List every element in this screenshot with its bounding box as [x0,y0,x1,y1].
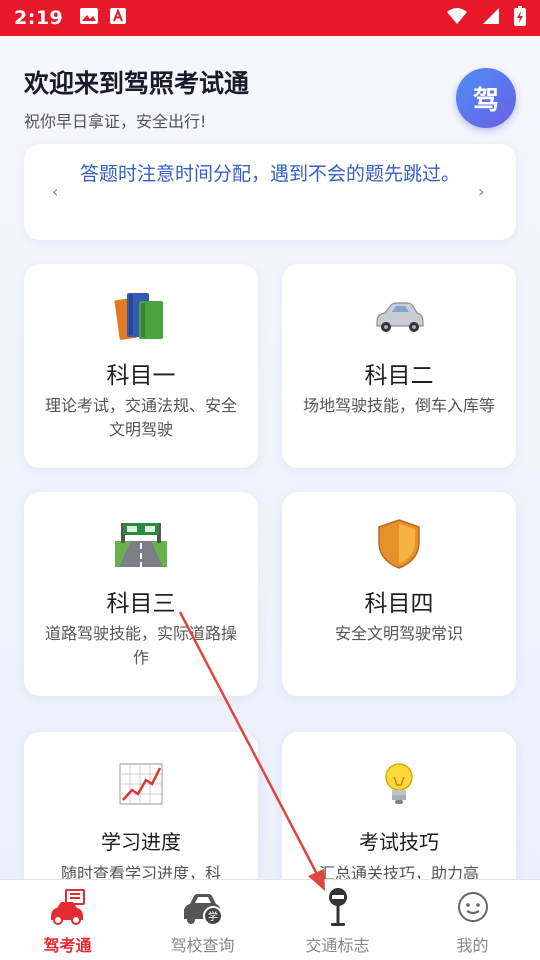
tip-prev-arrow[interactable]: ‹ [52,182,58,201]
card-title: 科目四 [364,591,434,617]
tab-traffic-signs[interactable]: 交通标志 [270,880,405,960]
car-icon [369,288,429,344]
page-subtitle: 祝你早日拿证，安全出行! [24,112,207,131]
tip-carousel[interactable]: ‹ 答题时注意时间分配，遇到不会的题先跳过。 › [24,144,516,240]
bottom-tab-bar: 驾考通 学 驾校查询 交通标志 我的 [0,879,540,960]
traffic-sign-icon [317,886,359,928]
tab-profile[interactable]: 我的 [405,880,540,960]
profile-face-icon [452,886,494,928]
card-title: 科目一 [106,363,176,389]
tab-label: 驾考通 [43,936,92,955]
signal-icon [482,7,500,29]
card-exam-tips[interactable]: 考试技巧 汇总通关技巧，助力高 [282,732,516,879]
exam-car-icon [47,886,89,928]
school-car-icon: 学 [182,886,224,928]
card-desc: 场地驾驶技能，倒车入库等 [302,396,495,415]
card-desc: 道路驾驶技能，实际道路操作 [44,624,237,667]
card-desc: 理论考试，交通法规、安全文明驾驶 [44,396,237,439]
tip-next-arrow[interactable]: › [478,182,484,201]
wifi-icon [446,7,468,29]
card-title: 考试技巧 [359,830,439,854]
card-subject-four[interactable]: 科目四 安全文明驾驶常识 [282,492,516,696]
chart-icon [111,756,171,812]
card-subject-two[interactable]: 科目二 场地驾驶技能，倒车入库等 [282,264,516,468]
card-title: 科目三 [106,591,176,617]
svg-text:学: 学 [208,910,218,923]
home-content[interactable]: 欢迎来到驾照考试通 祝你早日拿证，安全出行! 驾 ‹ 答题时注意时间分配，遇到不… [0,36,540,879]
lightbulb-icon [369,756,429,812]
battery-icon [514,6,526,30]
font-download-icon [109,7,127,29]
tab-exam[interactable]: 驾考通 [0,880,135,960]
card-title: 学习进度 [101,830,181,854]
card-desc: 安全文明驾驶常识 [334,624,463,643]
status-bar: 2:19 [0,0,540,36]
card-desc: 汇总通关技巧，助力高 [318,864,479,879]
card-title: 科目二 [364,363,434,389]
road-icon [111,516,171,572]
card-desc: 随时查看学习进度，科 [60,864,221,879]
status-time: 2:19 [14,7,64,29]
card-subject-one[interactable]: 科目一 理论考试，交通法规、安全文明驾驶 [24,264,258,468]
card-subject-three[interactable]: 科目三 道路驾驶技能，实际道路操作 [24,492,258,696]
tip-text: 答题时注意时间分配，遇到不会的题先跳过。 [79,163,460,185]
tab-label: 驾校查询 [170,936,235,955]
books-icon [111,288,171,344]
tab-label: 我的 [456,936,489,955]
tab-label: 交通标志 [305,936,370,955]
shield-icon [369,516,429,572]
page-title: 欢迎来到驾照考试通 [24,69,250,98]
image-icon [79,7,99,29]
tab-school-search[interactable]: 学 驾校查询 [135,880,270,960]
avatar[interactable]: 驾 [456,68,516,128]
card-study-progress[interactable]: 学习进度 随时查看学习进度，科 [24,732,258,879]
